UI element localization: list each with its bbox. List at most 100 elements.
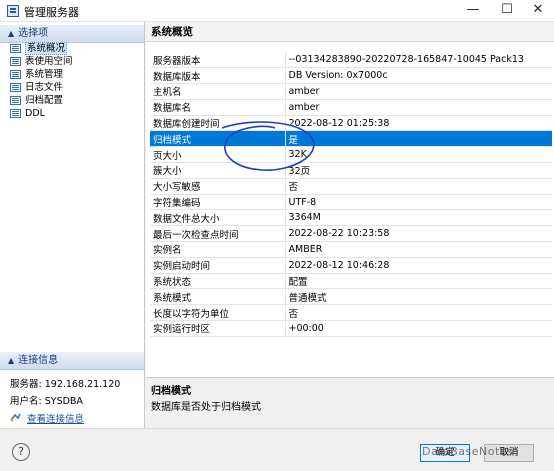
server-value: 192.168.21.120 <box>44 379 121 390</box>
property-key: 实例启动时间 <box>150 257 286 274</box>
sidebar: ▲ 选择项 系统概况 表使用空间 系统管理 日志文件 归档配置 DDL ▲ 连接信息 <box>0 22 145 450</box>
property-value: UTF-8 <box>285 194 552 211</box>
user-row: 用户名: SYSDBA <box>10 393 83 407</box>
window-title: 管理服务器 <box>24 6 79 19</box>
table-row[interactable]: 页大小 32K <box>150 146 552 164</box>
table-row[interactable]: 实例运行时区 +00:00 <box>150 320 552 337</box>
table-row[interactable]: 最后一次检查点时间 2022-08-22 10:23:58 <box>150 225 552 243</box>
sidebar-item-log-files[interactable]: 日志文件 <box>8 81 73 94</box>
sidebar-item-label: 日志文件 <box>25 82 64 93</box>
main-panel: 系统概览 服务器版本 --03134283890-20220728-165847-… <box>146 22 554 428</box>
table-icon <box>10 57 21 66</box>
property-value: 否 <box>285 178 552 195</box>
property-key: 系统模式 <box>150 288 286 306</box>
property-value: 2022-08-22 10:23:58 <box>285 225 552 243</box>
property-value: +00:00 <box>285 320 552 337</box>
table-row[interactable]: 实例启动时间 2022-08-12 10:46:28 <box>150 257 552 274</box>
property-key: 大小写敏感 <box>150 178 286 195</box>
app-icon <box>7 5 19 17</box>
connection-header-label: 连接信息 <box>18 355 59 366</box>
sidebar-item-label: 归档配置 <box>25 95 64 106</box>
server-row: 服务器: 192.168.21.120 <box>10 376 120 390</box>
description-title: 归档模式 <box>151 386 191 397</box>
sidebar-item-ddl[interactable]: DDL <box>8 107 73 120</box>
description-text: 数据库是否处于归档模式 <box>151 402 261 413</box>
property-value: DB Version: 0x7000c <box>285 67 552 85</box>
description-panel: 归档模式 数据库是否处于归档模式 <box>146 377 554 428</box>
options-section-header[interactable]: ▲ 选择项 <box>0 25 144 43</box>
maximize-button[interactable]: ☐ <box>492 0 522 22</box>
property-key: 最后一次检查点时间 <box>150 225 286 243</box>
watermark: DataBaseNotes <box>422 445 514 458</box>
table-row[interactable]: 数据库版本 DB Version: 0x7000c <box>150 67 552 85</box>
help-button[interactable]: ? <box>12 443 30 461</box>
property-key: 簇大小 <box>150 162 286 179</box>
table-row[interactable]: 数据库创建时间 2022-08-12 01:25:38 <box>150 115 552 132</box>
table-row[interactable]: 系统模式 普通模式 <box>150 288 552 306</box>
sidebar-item-system-manage[interactable]: 系统管理 <box>8 68 73 81</box>
property-value: 32K <box>285 146 552 164</box>
page-title: 系统概览 <box>146 22 554 42</box>
property-table: 服务器版本 --03134283890-20220728-165847-10045… <box>150 52 552 337</box>
table-row[interactable]: 字符集编码 UTF-8 <box>150 194 552 211</box>
table-row[interactable]: 数据文件总大小 3364M <box>150 209 552 227</box>
property-key: 归档模式 <box>150 130 286 148</box>
property-key: 系统状态 <box>150 273 286 290</box>
sidebar-item-label: 表使用空间 <box>25 56 73 67</box>
table-icon <box>10 44 21 53</box>
options-list: 系统概况 表使用空间 系统管理 日志文件 归档配置 DDL <box>8 42 73 120</box>
property-value: 普通模式 <box>285 288 552 306</box>
server-label: 服务器: <box>10 379 42 390</box>
options-header-label: 选择项 <box>18 28 49 39</box>
table-row[interactable]: 大小写敏感否 <box>150 178 552 195</box>
sidebar-item-system-overview[interactable]: 系统概况 <box>8 42 73 55</box>
sidebar-item-label: 系统概况 <box>25 42 68 55</box>
table-icon <box>10 109 21 118</box>
user-label: 用户名: <box>10 396 42 407</box>
sidebar-item-label: DDL <box>25 108 45 119</box>
property-value: 是 <box>285 130 552 148</box>
property-value: amber <box>285 83 552 100</box>
view-connection-link[interactable]: 查看连接信息 <box>27 414 84 425</box>
property-value: 2022-08-12 01:25:38 <box>285 115 552 132</box>
sidebar-item-label: 系统管理 <box>25 69 64 80</box>
user-value: SYSDBA <box>44 396 83 407</box>
property-key: 长度以字符为单位 <box>150 304 286 322</box>
collapse-arrow-icon: ▲ <box>8 356 15 365</box>
table-row[interactable]: 实例名 AMBER <box>150 241 552 258</box>
property-key: 数据文件总大小 <box>150 209 286 227</box>
property-value: 否 <box>285 304 552 322</box>
sidebar-item-table-space[interactable]: 表使用空间 <box>8 55 73 68</box>
property-value: 配置 <box>285 273 552 290</box>
table-row[interactable]: 系统状态 配置 <box>150 273 552 290</box>
sidebar-item-archive-config[interactable]: 归档配置 <box>8 94 73 107</box>
view-connection-row: 查看连接信息 <box>10 411 84 425</box>
window-titlebar: 管理服务器 — ☐ ✕ <box>0 0 554 22</box>
table-icon <box>10 96 21 105</box>
property-key: 页大小 <box>150 146 286 164</box>
property-value: amber <box>285 99 552 116</box>
property-key: 服务器版本 <box>150 52 286 69</box>
property-key: 数据库名 <box>150 99 286 116</box>
property-value: 32页 <box>285 162 552 179</box>
connection-section-header[interactable]: ▲ 连接信息 <box>0 352 144 370</box>
property-value: 2022-08-12 10:46:28 <box>285 257 552 274</box>
property-key: 数据库版本 <box>150 67 286 85</box>
table-row[interactable]: 长度以字符为单位否 <box>150 304 552 322</box>
property-key: 实例运行时区 <box>150 320 286 337</box>
connection-link-icon <box>10 413 21 422</box>
close-button[interactable]: ✕ <box>523 0 553 22</box>
table-icon <box>10 70 21 79</box>
dialog-footer: ? 确定 取消 DataBaseNotes <box>0 428 554 471</box>
property-value: AMBER <box>285 241 552 258</box>
property-value: 3364M <box>285 209 552 227</box>
table-row[interactable]: 簇大小 32页 <box>150 162 552 179</box>
table-row[interactable]: 归档模式是 <box>150 130 552 148</box>
property-key: 数据库创建时间 <box>150 115 286 132</box>
table-row[interactable]: 主机名 amber <box>150 83 552 100</box>
property-key: 字符集编码 <box>150 194 286 211</box>
table-row[interactable]: 数据库名 amber <box>150 99 552 116</box>
table-row[interactable]: 服务器版本 --03134283890-20220728-165847-10045… <box>150 52 552 69</box>
property-key: 实例名 <box>150 241 286 258</box>
minimize-button[interactable]: — <box>458 0 488 22</box>
